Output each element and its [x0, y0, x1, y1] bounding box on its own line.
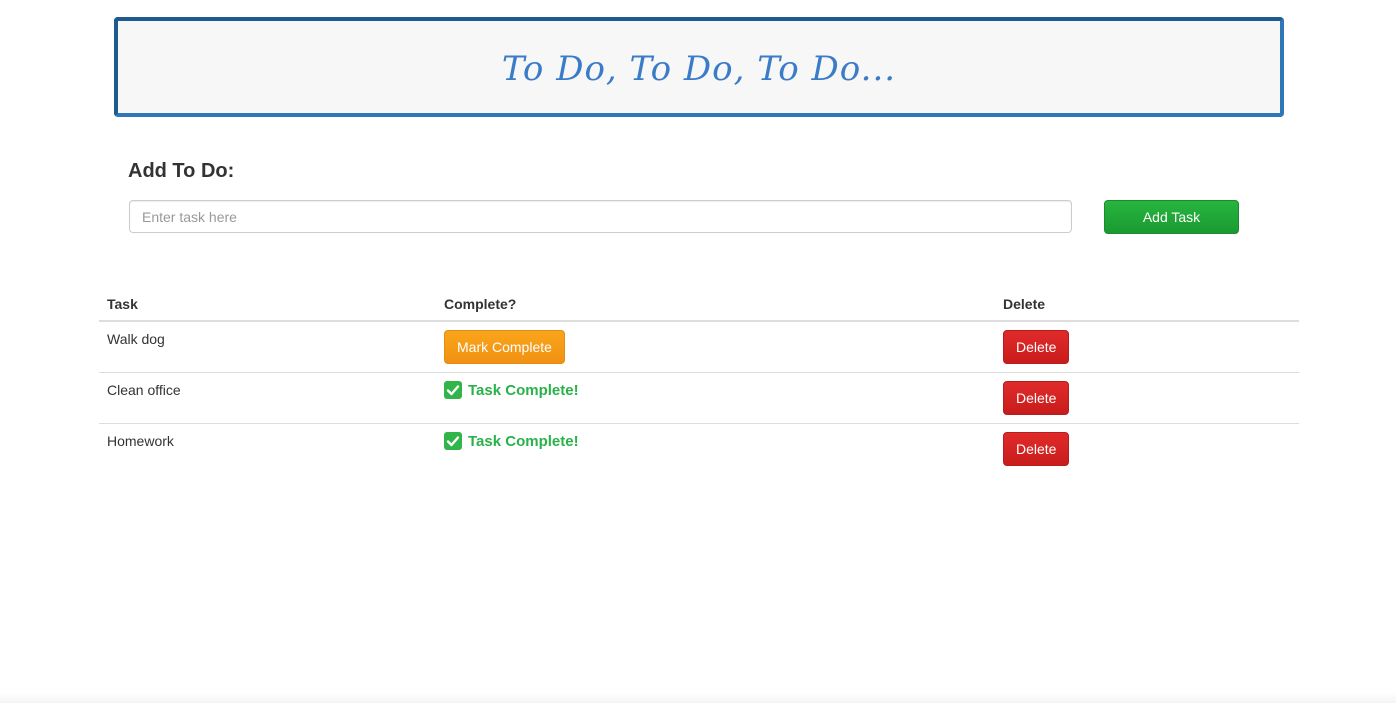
table-row: Homework Task Complete! Delete: [99, 423, 1299, 474]
table-header-row: Task Complete? Delete: [99, 283, 1299, 322]
header-banner: To Do, To Do, To Do...: [114, 17, 1284, 117]
complete-cell: Task Complete!: [436, 372, 995, 424]
task-complete-status: Task Complete!: [444, 381, 579, 399]
bottom-edge: [0, 693, 1396, 703]
task-complete-status: Task Complete!: [444, 432, 579, 450]
column-header-task: Task: [99, 283, 436, 322]
todo-page: To Do, To Do, To Do... Add To Do: Add Ta…: [0, 0, 1396, 703]
page-title: To Do, To Do, To Do...: [501, 49, 897, 89]
delete-cell: Delete: [995, 423, 1299, 474]
task-complete-text: Task Complete!: [468, 381, 579, 399]
column-header-delete: Delete: [995, 283, 1299, 322]
add-task-button[interactable]: Add Task: [1104, 200, 1239, 234]
table-row: Clean office Task Complete! Delete: [99, 372, 1299, 424]
task-name: Homework: [99, 423, 436, 474]
complete-cell: Mark Complete: [436, 321, 995, 373]
check-box-icon: [444, 432, 462, 450]
task-name: Walk dog: [107, 331, 165, 347]
table-row: Walk dog Mark Complete Delete: [99, 321, 1299, 373]
add-todo-heading: Add To Do:: [128, 160, 235, 182]
delete-button[interactable]: Delete: [1003, 330, 1070, 364]
complete-cell: Task Complete!: [436, 423, 995, 474]
task-complete-text: Task Complete!: [468, 432, 579, 450]
delete-button[interactable]: Delete: [1003, 432, 1070, 466]
column-header-complete: Complete?: [436, 283, 995, 322]
tasks-table: Task Complete? Delete Walk dog Mark Comp…: [99, 283, 1299, 474]
task-name: Clean office: [99, 372, 436, 424]
delete-button[interactable]: Delete: [1003, 381, 1070, 415]
task-input[interactable]: [129, 200, 1072, 233]
delete-cell: Delete: [995, 321, 1299, 373]
mark-complete-button[interactable]: Mark Complete: [444, 330, 565, 364]
delete-cell: Delete: [995, 372, 1299, 424]
check-box-icon: [444, 381, 462, 399]
